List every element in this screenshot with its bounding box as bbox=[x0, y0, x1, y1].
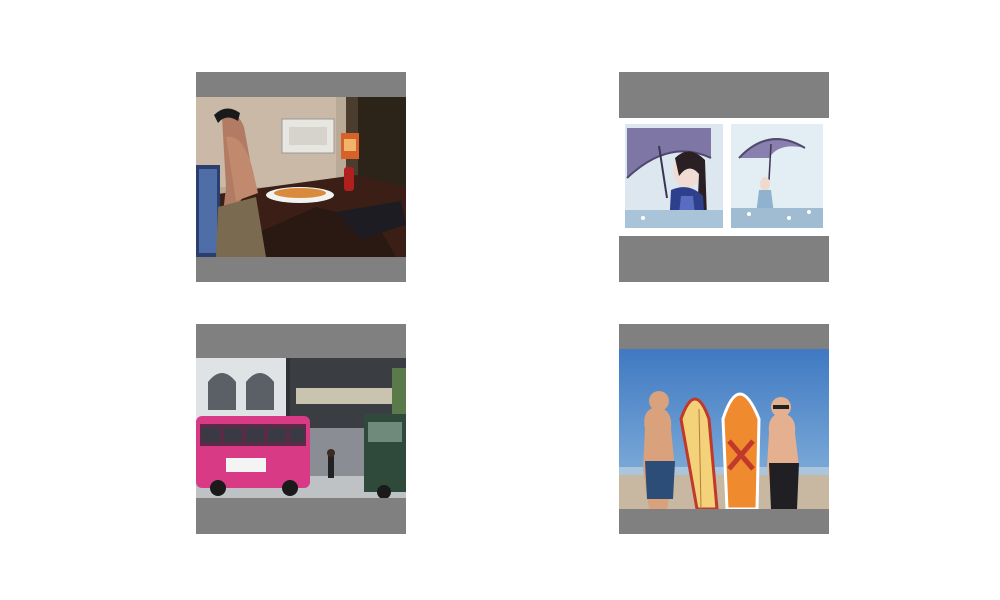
image-tile-office[interactable] bbox=[196, 72, 406, 282]
surfers-with-boards-photo bbox=[619, 349, 829, 509]
image-tile-surfers[interactable] bbox=[619, 324, 829, 534]
pink-bus-street-photo bbox=[196, 358, 406, 498]
image-tile-umbrella[interactable] bbox=[619, 72, 829, 282]
umbrella-woman-diptych-photo bbox=[619, 118, 829, 236]
image-tile-bus[interactable] bbox=[196, 324, 406, 534]
office-desk-feet-photo bbox=[196, 97, 406, 257]
